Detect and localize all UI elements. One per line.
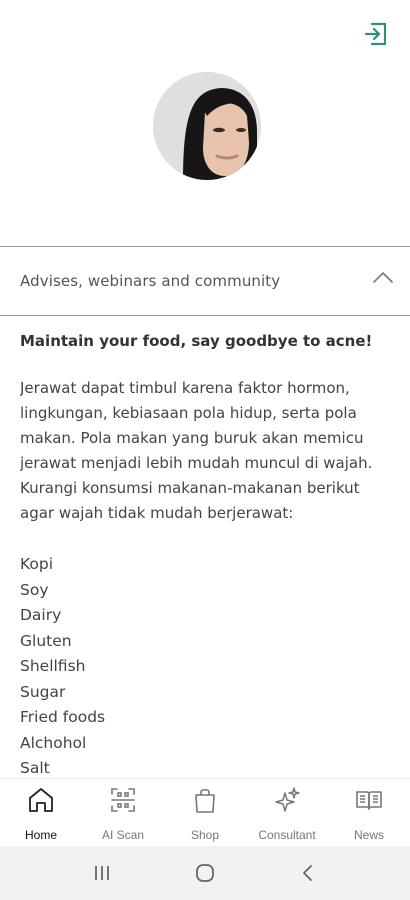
nav-label-news: News [353,828,384,842]
nav-item-home[interactable]: Home [0,785,82,842]
logout-icon [364,22,387,46]
scan-icon [111,788,135,812]
chevron-up-icon[interactable] [372,269,394,285]
system-back-button[interactable] [288,858,328,888]
article-title: Maintain your food, say goodbye to acne! [20,332,373,350]
divider-bottom [0,315,410,316]
avatar [153,72,261,180]
list-item: Salt [20,759,50,777]
logout-button[interactable] [362,20,390,48]
home-icon [29,788,53,812]
list-item: Shellfish [20,657,86,675]
nav-item-shop[interactable]: Shop [164,785,246,842]
list-item: Sugar [20,682,66,701]
nav-item-consultant[interactable]: Consultant [246,785,328,842]
accordion-header[interactable]: Advises, webinars and community [0,247,410,315]
home-circle-icon [196,864,214,882]
list-item: Gluten [20,631,72,650]
nav-label-home: Home [24,828,57,842]
list-item: Kopi [20,555,54,573]
system-nav-bar [0,846,410,900]
article-content: Maintain your food, say goodbye to acne!… [20,328,396,778]
back-icon [303,865,313,881]
nav-label-consultant: Consultant [258,828,316,842]
shopping-bag-icon [195,788,215,813]
book-icon [356,791,382,810]
list-item: Soy [20,580,49,599]
nav-item-ai-scan[interactable]: AI Scan [82,785,164,842]
list-item: Dairy [20,606,62,624]
system-home-button[interactable] [185,858,225,888]
recent-apps-icon [94,866,109,880]
sparkle-icon [275,787,300,812]
bottom-nav: Home AI Scan Shop Consultant News [0,778,410,846]
nav-label-ai-scan: AI Scan [101,828,145,842]
list-item: Fried foods [20,708,106,726]
nav-label-shop: Shop [190,828,220,842]
list-item: Alchohol [20,733,87,752]
recent-apps-button[interactable] [82,858,122,888]
food-list: Kopi Soy Dairy Gluten Shellfish Sugar Fr… [20,552,396,778]
accordion-title: Advises, webinars and community [20,272,281,290]
nav-item-news[interactable]: News [328,785,410,842]
article-body: Jerawat dapat timbul karena faktor hormo… [20,379,373,522]
